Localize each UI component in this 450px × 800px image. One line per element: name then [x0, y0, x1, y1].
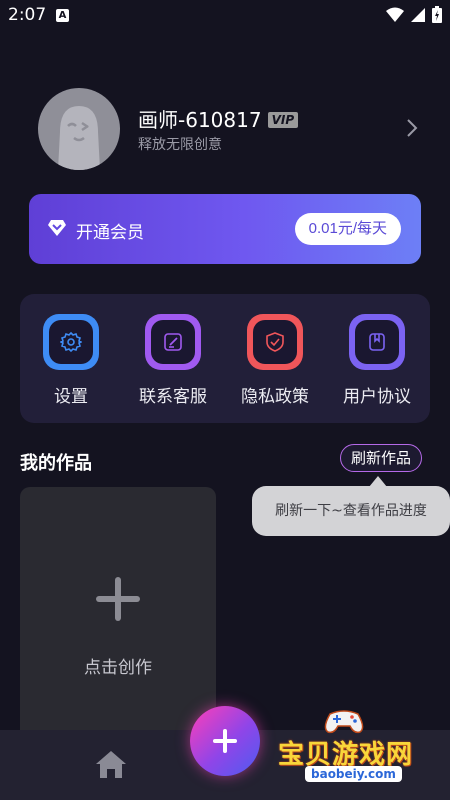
- shield-check-icon: [266, 332, 284, 352]
- gamepad-logo-icon: [324, 710, 364, 734]
- notification-icon: A: [56, 9, 69, 22]
- default-avatar-icon: [58, 106, 100, 170]
- profile-header[interactable]: 画师-610817 VIP 释放无限创意: [38, 88, 418, 170]
- create-label: 点击创作: [84, 658, 152, 678]
- create-fab-button[interactable]: [190, 706, 260, 776]
- battery-icon: [432, 6, 442, 23]
- bookmark-doc-icon: [369, 333, 385, 351]
- create-work-card[interactable]: 点击创作: [20, 487, 216, 747]
- plus-icon: [213, 729, 237, 753]
- vip-membership-card[interactable]: 开通会员 0.01元/每天: [29, 194, 421, 264]
- watermark: 宝贝游戏网 baobeiy.com: [270, 706, 430, 792]
- user-name: 画师-610817: [138, 108, 262, 132]
- settings-icon-frame: [145, 314, 201, 370]
- avatar[interactable]: [38, 88, 120, 170]
- settings-item-user-agreement[interactable]: 用户协议: [332, 314, 422, 407]
- refresh-works-button[interactable]: 刷新作品: [340, 444, 423, 472]
- settings-label: 设置: [54, 387, 88, 407]
- vip-title: 开通会员: [76, 223, 144, 243]
- wifi-icon: [386, 7, 404, 22]
- status-icons: [386, 6, 442, 23]
- plus-icon: [96, 577, 140, 621]
- status-time: 2:07: [8, 5, 47, 25]
- settings-item-settings[interactable]: 设置: [26, 314, 116, 407]
- settings-icon-frame: [247, 314, 303, 370]
- chevron-right-icon[interactable]: [406, 118, 418, 138]
- gear-icon: [60, 331, 82, 353]
- user-name-row: 画师-610817 VIP: [138, 104, 299, 133]
- settings-label: 用户协议: [343, 387, 411, 407]
- vip-badge: VIP: [267, 112, 299, 128]
- edit-note-icon: [164, 333, 182, 351]
- user-subtitle: 释放无限创意: [138, 137, 222, 153]
- diamond-icon: [48, 220, 66, 236]
- works-title: 我的作品: [20, 453, 92, 474]
- settings-panel: 设置 联系客服 隐私政策 用户协议: [20, 294, 430, 423]
- status-bar: 2:07 A: [0, 0, 450, 32]
- settings-icon-frame: [43, 314, 99, 370]
- vip-price-button[interactable]: 0.01元/每天: [294, 213, 401, 245]
- refresh-tooltip: 刷新一下~查看作品进度: [252, 486, 450, 536]
- settings-icon-frame: [349, 314, 405, 370]
- watermark-url: baobeiy.com: [305, 766, 402, 782]
- signal-icon: [411, 7, 425, 22]
- settings-item-privacy-policy[interactable]: 隐私政策: [230, 314, 320, 407]
- settings-label: 联系客服: [139, 387, 207, 407]
- tooltip-text: 刷新一下~查看作品进度: [275, 503, 427, 519]
- settings-label: 隐私政策: [241, 387, 309, 407]
- home-icon[interactable]: [94, 748, 128, 780]
- settings-item-customer-service[interactable]: 联系客服: [128, 314, 218, 407]
